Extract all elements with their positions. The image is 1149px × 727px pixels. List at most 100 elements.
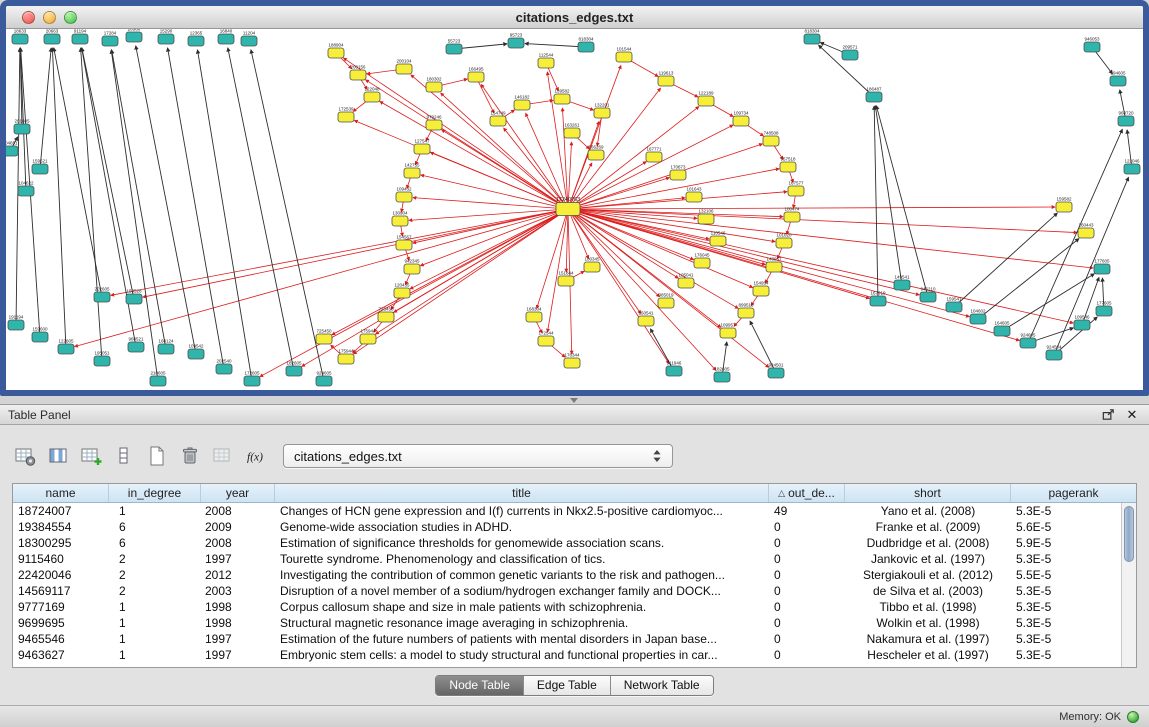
graph-node[interactable] [686, 192, 702, 202]
table-row[interactable]: 946362711997Embryonic stem cells: a mode… [13, 647, 1121, 663]
graph-node[interactable] [1110, 76, 1126, 86]
table-row[interactable]: 969969511998Structural magnetic resonanc… [13, 615, 1121, 631]
graph-node[interactable] [538, 336, 554, 346]
graph-node[interactable] [698, 214, 714, 224]
graph-node[interactable] [763, 136, 779, 146]
graph-node[interactable] [780, 162, 796, 172]
graph-node[interactable] [328, 48, 344, 58]
graph-node[interactable] [128, 342, 144, 352]
table-mode-icon[interactable] [12, 443, 38, 469]
graph-node[interactable] [946, 302, 962, 312]
graph-node[interactable] [396, 64, 412, 74]
graph-node[interactable] [1124, 164, 1140, 174]
graph-node[interactable] [426, 82, 442, 92]
graph-node[interactable] [994, 326, 1010, 336]
graph-node[interactable] [670, 170, 686, 180]
vertical-scrollbar[interactable] [1121, 503, 1136, 667]
graph-node[interactable] [616, 52, 632, 62]
graph-node[interactable] [360, 334, 376, 344]
graph-node[interactable] [392, 216, 408, 226]
table-row[interactable]: 1872400712008Changes of HCN gene express… [13, 503, 1121, 519]
graph-node[interactable] [316, 376, 332, 386]
graph-node[interactable] [866, 92, 882, 102]
graph-node[interactable] [920, 292, 936, 302]
show-columns-icon[interactable] [45, 443, 71, 469]
graph-node[interactable] [842, 50, 858, 60]
graph-node[interactable] [1078, 228, 1094, 238]
graph-node[interactable] [894, 280, 910, 290]
delete-table-icon[interactable] [177, 443, 203, 469]
graph-node[interactable] [72, 34, 88, 44]
column-header-pagerank[interactable]: pagerank [1011, 484, 1136, 502]
panel-resize-handle[interactable] [566, 396, 582, 404]
graph-node[interactable] [126, 294, 142, 304]
graph-node[interactable] [698, 96, 714, 106]
table-selector[interactable]: citations_edges.txt [283, 444, 673, 468]
add-column-icon[interactable] [78, 443, 104, 469]
graph-node[interactable] [404, 168, 420, 178]
row-options-icon[interactable] [111, 443, 137, 469]
graph-node[interactable] [508, 38, 524, 48]
graph-node[interactable] [94, 292, 110, 302]
graph-node[interactable] [753, 286, 769, 296]
graph-node[interactable] [784, 212, 800, 222]
graph-node[interactable] [804, 34, 820, 44]
graph-node[interactable] [646, 152, 662, 162]
graph-node[interactable] [244, 376, 260, 386]
graph-node[interactable] [150, 376, 166, 386]
graph-node[interactable] [1094, 264, 1110, 274]
graph-node[interactable] [526, 312, 542, 322]
graph-node[interactable] [350, 70, 366, 80]
graph-node[interactable] [666, 366, 682, 376]
column-header-short[interactable]: short [845, 484, 1011, 502]
graph-node[interactable] [58, 344, 74, 354]
graph-node[interactable] [316, 334, 332, 344]
window-titlebar[interactable]: citations_edges.txt [6, 6, 1143, 29]
graph-node[interactable] [158, 344, 174, 354]
graph-node[interactable] [414, 144, 430, 154]
graph-node[interactable] [720, 328, 736, 338]
graph-node[interactable] [188, 36, 204, 46]
scrollbar-thumb[interactable] [1124, 506, 1134, 562]
graph-node[interactable] [1096, 306, 1112, 316]
graph-node[interactable] [658, 76, 674, 86]
graph-node[interactable] [126, 32, 142, 42]
graph-node[interactable] [558, 276, 574, 286]
graph-node[interactable] [404, 264, 420, 274]
graph-node[interactable] [768, 368, 784, 378]
graph-node[interactable] [188, 349, 204, 359]
graph-node[interactable] [18, 186, 34, 196]
graph-node[interactable] [490, 116, 506, 126]
table-row[interactable]: 1938455462009Genome-wide association stu… [13, 519, 1121, 535]
table-row[interactable]: 2242004622012Investigating the contribut… [13, 567, 1121, 583]
graph-node[interactable] [714, 372, 730, 382]
graph-node[interactable] [588, 150, 604, 160]
graph-node[interactable] [338, 354, 354, 364]
close-panel-icon[interactable]: ✕ [1123, 407, 1141, 423]
float-panel-icon[interactable] [1099, 407, 1117, 423]
graph-node[interactable] [766, 262, 782, 272]
graph-node[interactable] [32, 164, 48, 174]
graph-node[interactable] [733, 116, 749, 126]
graph-node[interactable] [94, 356, 110, 366]
graph-node[interactable] [364, 92, 380, 102]
graph-node[interactable] [286, 366, 302, 376]
graph-node[interactable] [578, 42, 594, 52]
graph-node[interactable] [468, 72, 484, 82]
column-header-in_degree[interactable]: in_degree [109, 484, 201, 502]
column-header-name[interactable]: name [13, 484, 109, 502]
graph-node[interactable] [514, 100, 530, 110]
graph-node[interactable] [378, 312, 394, 322]
graph-node[interactable] [1074, 320, 1090, 330]
table-row[interactable]: 911546021997Tourette syndrome. Phenomeno… [13, 551, 1121, 567]
graph-node[interactable] [556, 203, 580, 216]
tab-edge-table[interactable]: Edge Table [524, 676, 611, 695]
graph-node[interactable] [32, 332, 48, 342]
graph-node[interactable] [970, 314, 986, 324]
table-row[interactable]: 1456911722003Disruption of a novel membe… [13, 583, 1121, 599]
graph-node[interactable] [694, 258, 710, 268]
graph-node[interactable] [564, 358, 580, 368]
graph-node[interactable] [554, 94, 570, 104]
table-row[interactable]: 946554611997Estimation of the future num… [13, 631, 1121, 647]
graph-node[interactable] [658, 298, 674, 308]
